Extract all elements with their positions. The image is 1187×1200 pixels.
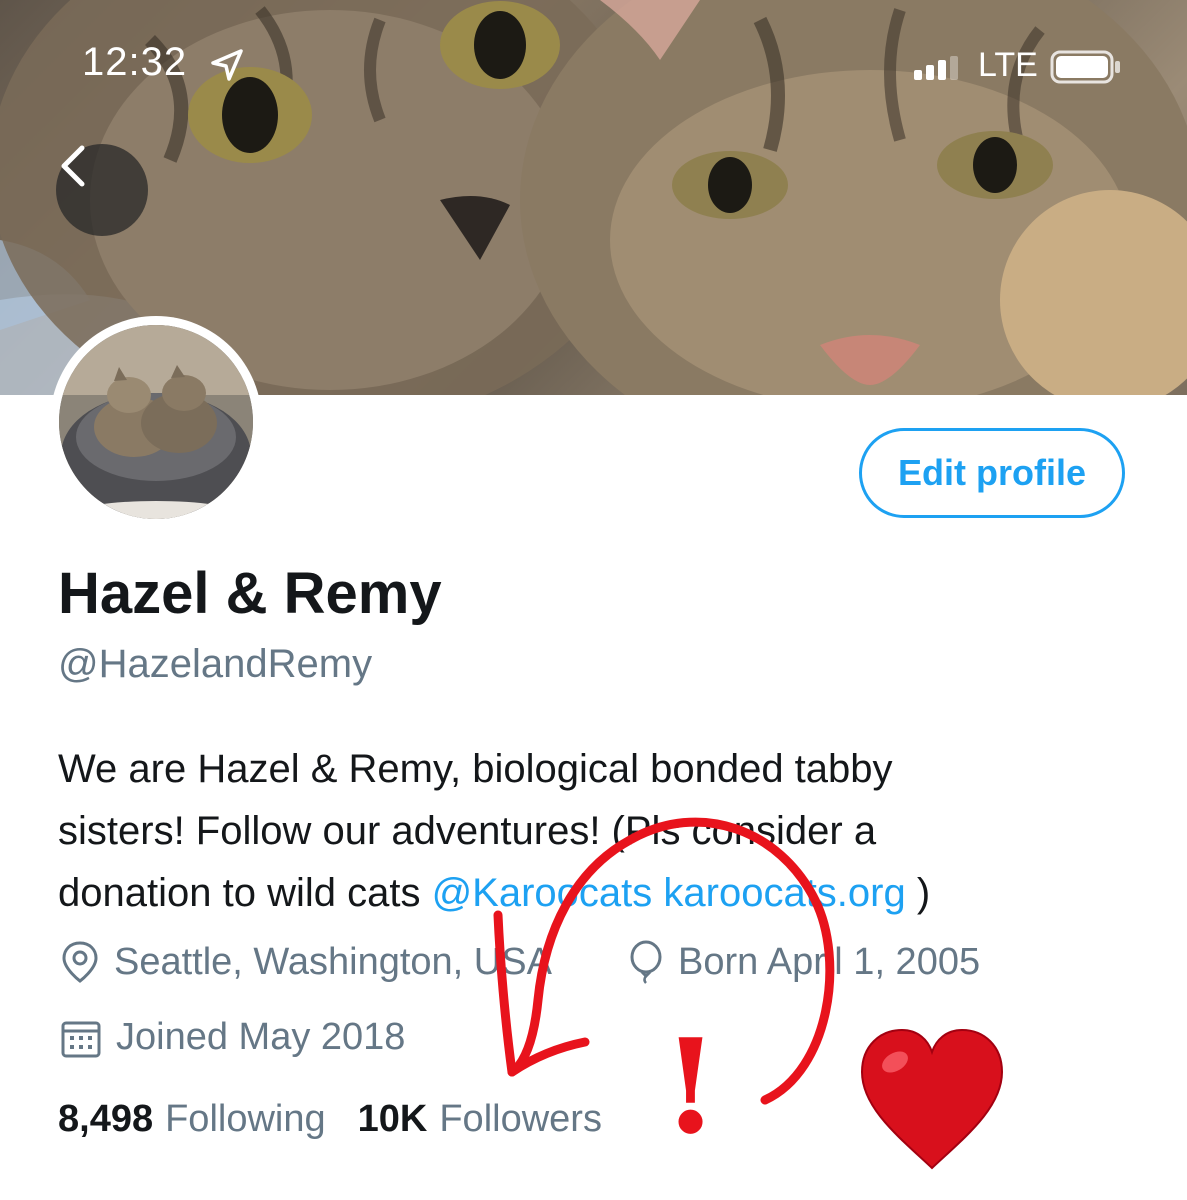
bio-line: We are Hazel & Remy, biological bonded t… (58, 747, 893, 791)
follow-stats: 8,498 Following 10K Followers (58, 1098, 602, 1141)
location-row: Seattle, Washington, USA (60, 940, 552, 984)
following-count: 8,498 (58, 1098, 154, 1140)
bio-line: donation to wild cats @Karoocats karooca… (58, 862, 1138, 924)
annotation-arrowhead (507, 1037, 590, 1077)
bio-text: donation to wild cats (58, 871, 432, 915)
location-pin-icon (60, 940, 100, 984)
joined-row: Joined May 2018 (60, 1016, 405, 1059)
exclamation-mark: ! (662, 1010, 720, 1163)
mention-link[interactable]: @Karoocats (432, 871, 653, 915)
display-name: Hazel & Remy (58, 561, 442, 626)
avatar[interactable] (50, 316, 262, 528)
handle: @HazelandRemy (58, 642, 373, 686)
status-time: 12:32 (82, 40, 188, 84)
followers-count: 10K (357, 1098, 428, 1140)
location-text: Seattle, Washington, USA (114, 940, 552, 983)
network-label: LTE (978, 46, 1038, 84)
back-button[interactable] (56, 144, 148, 236)
joined-text: Joined May 2018 (116, 1016, 406, 1058)
edit-profile-button[interactable]: Edit profile (859, 428, 1125, 518)
followers-label: Followers (439, 1098, 602, 1140)
bio-line: sisters! Follow our adventures! (Pls con… (58, 809, 877, 853)
website-link[interactable]: karoocats.org (663, 871, 905, 915)
birthday-text: Born April 1, 2005 (678, 940, 981, 983)
avatar-photo (59, 325, 253, 519)
annotation-arrow-shaft (493, 910, 517, 1077)
bio-text: ) (905, 871, 931, 915)
balloon-icon (628, 940, 664, 984)
birthday-row: Born April 1, 2005 (628, 940, 980, 984)
followers-link[interactable]: 10K Followers (358, 1098, 602, 1141)
following-label: Following (165, 1098, 326, 1140)
calendar-icon (60, 1017, 102, 1059)
following-link[interactable]: 8,498 Following (58, 1098, 326, 1141)
bio: We are Hazel & Remy, biological bonded t… (58, 738, 1138, 924)
heart-emoji (860, 1028, 1004, 1170)
